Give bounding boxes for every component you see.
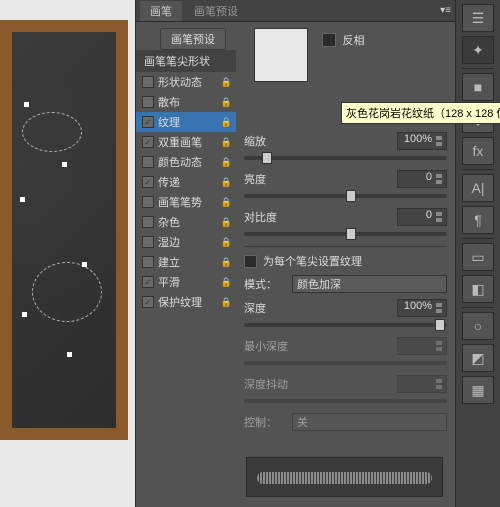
brush-options-list: 画笔笔尖形状 形状动态🔒 散布🔒 ✓纹理🔒 ✓双重画笔🔒 颜色动态🔒 ✓传递🔒 … bbox=[136, 50, 236, 312]
option-smoothing[interactable]: ✓平滑🔒 bbox=[136, 272, 236, 292]
lock-icon[interactable]: 🔒 bbox=[221, 217, 232, 228]
rail-navigator-icon[interactable]: ▭ bbox=[462, 243, 494, 271]
contrast-slider[interactable] bbox=[244, 232, 447, 236]
lock-icon[interactable]: 🔒 bbox=[221, 297, 232, 308]
invert-checkbox[interactable] bbox=[322, 33, 336, 47]
control-select: 关 bbox=[292, 413, 447, 431]
brush-tip-shape-header[interactable]: 画笔笔尖形状 bbox=[136, 50, 236, 72]
rail-collapse-icon[interactable]: ☰ bbox=[462, 4, 494, 32]
canvas-background bbox=[0, 0, 135, 507]
control-label: 控制： bbox=[244, 414, 292, 430]
option-texture[interactable]: ✓纹理🔒 bbox=[136, 112, 236, 132]
texture-settings: 反相 灰色花岗岩花纹纸（128 x 128 像素，灰度 模式） 缩放 100% … bbox=[236, 22, 455, 507]
contrast-label: 对比度 bbox=[244, 209, 299, 225]
scale-slider[interactable] bbox=[244, 156, 447, 160]
depth-input[interactable]: 100% bbox=[397, 299, 447, 317]
separator bbox=[244, 246, 447, 247]
option-wet-edges[interactable]: 湿边🔒 bbox=[136, 232, 236, 252]
invert-row: 反相 bbox=[322, 32, 364, 48]
checkbox-icon[interactable] bbox=[142, 196, 154, 208]
lock-icon[interactable]: 🔒 bbox=[221, 137, 232, 148]
checkbox-icon[interactable]: ✓ bbox=[142, 276, 154, 288]
option-scatter[interactable]: 散布🔒 bbox=[136, 92, 236, 112]
lock-icon[interactable]: 🔒 bbox=[221, 77, 232, 88]
option-dual-brush[interactable]: ✓双重画笔🔒 bbox=[136, 132, 236, 152]
rail-brush-icon[interactable]: ✦ bbox=[462, 36, 494, 64]
rail-histogram-icon[interactable]: ◧ bbox=[462, 275, 494, 303]
lock-icon[interactable]: 🔒 bbox=[221, 257, 232, 268]
panel-tabs: 画笔 画笔预设 ▾≡ bbox=[136, 0, 455, 22]
min-depth-label: 最小深度 bbox=[244, 338, 299, 354]
rail-paragraph-icon[interactable]: ¶ bbox=[462, 206, 494, 234]
brightness-label: 亮度 bbox=[244, 171, 299, 187]
lock-icon[interactable]: 🔒 bbox=[221, 197, 232, 208]
checkbox-icon[interactable] bbox=[142, 96, 154, 108]
option-shape-dynamics[interactable]: 形状动态🔒 bbox=[136, 72, 236, 92]
lock-icon[interactable]: 🔒 bbox=[221, 277, 232, 288]
option-transfer[interactable]: ✓传递🔒 bbox=[136, 172, 236, 192]
right-tool-rail: ☰ ✦ ■ ◆ fx A| ¶ ▭ ◧ ○ ◩ ▦ bbox=[455, 0, 500, 507]
option-noise[interactable]: 杂色🔒 bbox=[136, 212, 236, 232]
rail-styles-icon[interactable]: fx bbox=[462, 137, 494, 165]
option-buildup[interactable]: 建立🔒 bbox=[136, 252, 236, 272]
depth-slider[interactable] bbox=[244, 323, 447, 327]
contrast-input[interactable]: 0 bbox=[397, 208, 447, 226]
checkbox-icon[interactable] bbox=[142, 156, 154, 168]
lock-icon[interactable]: 🔒 bbox=[221, 97, 232, 108]
option-protect-texture[interactable]: ✓保护纹理🔒 bbox=[136, 292, 236, 312]
texture-thumbnail[interactable] bbox=[254, 28, 308, 82]
checkbox-icon[interactable]: ✓ bbox=[142, 136, 154, 148]
depth-label: 深度 bbox=[244, 300, 299, 316]
invert-label: 反相 bbox=[342, 32, 364, 48]
brush-presets-button[interactable]: 画笔预设 bbox=[160, 28, 226, 50]
min-depth-input bbox=[397, 337, 447, 355]
depth-jitter-input bbox=[397, 375, 447, 393]
tab-brush[interactable]: 画笔 bbox=[140, 1, 182, 21]
tab-brush-presets[interactable]: 画笔预设 bbox=[184, 1, 248, 21]
brush-stroke-preview bbox=[246, 457, 443, 497]
per-tip-label: 为每个笔尖设置纹理 bbox=[263, 253, 362, 269]
lock-icon[interactable]: 🔒 bbox=[221, 157, 232, 168]
checkbox-icon[interactable] bbox=[142, 256, 154, 268]
option-color-dynamics[interactable]: 颜色动态🔒 bbox=[136, 152, 236, 172]
option-brush-pose[interactable]: 画笔笔势🔒 bbox=[136, 192, 236, 212]
rail-swatches-icon[interactable]: ■ bbox=[462, 73, 494, 101]
blackboard-image bbox=[0, 20, 128, 440]
texture-tooltip: 灰色花岗岩花纹纸（128 x 128 像素，灰度 模式） bbox=[341, 102, 500, 124]
scale-input[interactable]: 100% bbox=[397, 132, 447, 150]
mode-label: 模式： bbox=[244, 276, 292, 292]
rail-character-icon[interactable]: A| bbox=[462, 174, 494, 202]
brightness-slider[interactable] bbox=[244, 194, 447, 198]
checkbox-icon[interactable]: ✓ bbox=[142, 116, 154, 128]
checkbox-icon[interactable] bbox=[142, 216, 154, 228]
min-depth-slider bbox=[244, 361, 447, 365]
lock-icon[interactable]: 🔒 bbox=[221, 177, 232, 188]
checkbox-icon[interactable]: ✓ bbox=[142, 176, 154, 188]
panel-menu-icon[interactable]: ▾≡ bbox=[440, 5, 451, 16]
checkbox-icon[interactable] bbox=[142, 236, 154, 248]
checkbox-icon[interactable] bbox=[142, 76, 154, 88]
lock-icon[interactable]: 🔒 bbox=[221, 237, 232, 248]
per-tip-checkbox[interactable] bbox=[244, 255, 257, 268]
depth-jitter-slider bbox=[244, 399, 447, 403]
scale-label: 缩放 bbox=[244, 133, 299, 149]
brush-panel: 画笔 画笔预设 ▾≡ 画笔预设 画笔笔尖形状 形状动态🔒 散布🔒 ✓纹理🔒 ✓双… bbox=[135, 0, 455, 507]
rail-color-icon[interactable]: ○ bbox=[462, 312, 494, 340]
rail-adjustments-icon[interactable]: ◩ bbox=[462, 344, 494, 372]
brightness-input[interactable]: 0 bbox=[397, 170, 447, 188]
mode-select[interactable]: 颜色加深 bbox=[292, 275, 447, 293]
depth-jitter-label: 深度抖动 bbox=[244, 376, 299, 392]
checkbox-icon[interactable]: ✓ bbox=[142, 296, 154, 308]
rail-layers-icon[interactable]: ▦ bbox=[462, 376, 494, 404]
lock-icon[interactable]: 🔒 bbox=[221, 117, 232, 128]
